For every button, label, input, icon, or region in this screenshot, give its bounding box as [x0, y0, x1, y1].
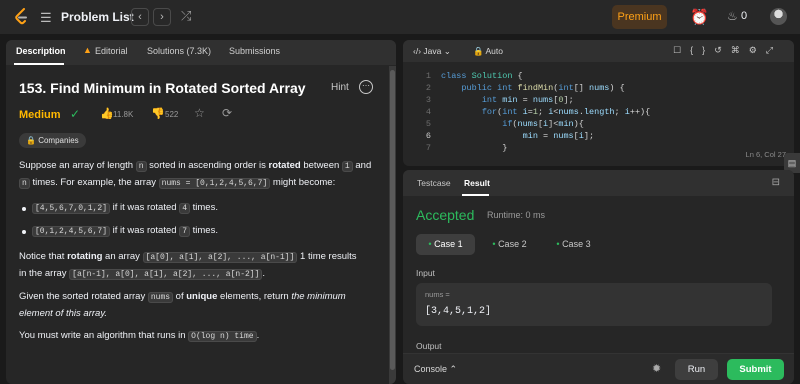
- thumbs-up-icon[interactable]: 👍: [100, 107, 114, 120]
- editor-toolbar: ‹/› Java ⌄ 🔒 Auto ☐{}↺⌘⚙⤢: [403, 40, 794, 62]
- active-tab-indicator: [462, 194, 489, 196]
- problem-title: 153. Find Minimum in Rotated Sorted Arra…: [19, 80, 306, 96]
- description-paragraph-2: Notice that rotating an array [a[0], a[1…: [19, 251, 357, 280]
- active-tab-indicator: [14, 63, 64, 65]
- input-label: Input: [416, 268, 435, 278]
- output-label: Output: [416, 341, 442, 351]
- problem-list-icon[interactable]: ☰: [40, 10, 52, 26]
- next-problem-button[interactable]: ›: [153, 8, 171, 26]
- alarm-clock-icon[interactable]: ⏰: [690, 8, 709, 26]
- editor-footer: Console ⌃ ✹ Run Submit: [403, 353, 794, 384]
- premium-button[interactable]: Premium: [612, 5, 667, 29]
- share-icon[interactable]: ⟳: [222, 106, 232, 120]
- description-paragraph-4: You must write an algorithm that runs in…: [19, 330, 260, 342]
- code-line[interactable]: 3 int min = nums[0];: [403, 95, 794, 106]
- fire-icon[interactable]: ♨: [727, 9, 738, 23]
- cursor-position: Ln 6, Col 27: [745, 150, 786, 159]
- input-var-value: [3,4,5,1,2]: [425, 306, 492, 317]
- expand-panel-icon[interactable]: ⊟: [772, 177, 780, 188]
- runtime-label: Runtime: 0 ms: [487, 210, 546, 220]
- dislike-count: 522: [165, 110, 179, 119]
- tab-submissions[interactable]: Submissions: [229, 46, 280, 56]
- code-line[interactable]: 7 }: [403, 143, 794, 154]
- input-box: nums = [3,4,5,1,2]: [416, 283, 772, 326]
- submit-button[interactable]: Submit: [727, 359, 784, 380]
- top-bar: ☰ Problem List ‹ › ⤮ Premium ⏰ ♨ 0: [0, 0, 800, 34]
- companies-tag[interactable]: 🔒 Companies: [19, 133, 86, 148]
- case-tab-1[interactable]: • Case 1: [416, 234, 475, 255]
- star-icon[interactable]: ☆: [194, 106, 205, 120]
- more-options-icon[interactable]: ⋯: [359, 80, 373, 94]
- result-status: Accepted: [416, 207, 475, 223]
- code-editor-panel: ‹/› Java ⌄ 🔒 Auto ☐{}↺⌘⚙⤢ 1 class Solutio…: [403, 40, 794, 166]
- result-tabs: Testcase Result ⊟: [403, 170, 794, 196]
- leetcode-logo-icon[interactable]: [14, 8, 30, 26]
- editor-action-icons[interactable]: ☐{}↺⌘⚙⤢: [673, 45, 782, 56]
- debug-icon[interactable]: ✹: [652, 362, 661, 375]
- input-var-name: nums =: [425, 290, 450, 299]
- description-paragraph-1: Suppose an array of length n sorted in a…: [19, 160, 372, 189]
- thumbs-down-icon[interactable]: 👎: [151, 107, 165, 120]
- scrollbar-thumb[interactable]: [390, 70, 395, 370]
- bullet-dot: [22, 207, 26, 211]
- companies-label: Companies: [38, 136, 79, 145]
- like-count: 11.8K: [113, 110, 134, 119]
- tab-result[interactable]: Result: [464, 178, 490, 188]
- tab-editorial[interactable]: Editorial: [95, 46, 128, 56]
- code-line[interactable]: 5 if(nums[i]<min){: [403, 119, 794, 130]
- hint-button[interactable]: Hint: [331, 82, 349, 93]
- code-line[interactable]: 2 public int findMin(int[] nums) {: [403, 83, 794, 94]
- tab-testcase[interactable]: Testcase: [417, 178, 451, 188]
- console-toggle[interactable]: Console ⌃: [414, 364, 457, 375]
- language-selector[interactable]: ‹/› Java ⌄: [413, 46, 451, 57]
- description-panel: Description ▲ Editorial Solutions (7.3K)…: [6, 40, 396, 384]
- difficulty-badge: Medium: [19, 109, 61, 121]
- streak-count: 0: [741, 10, 748, 22]
- case-tab-3[interactable]: • Case 3: [544, 234, 603, 255]
- tab-solutions[interactable]: Solutions (7.3K): [147, 46, 211, 56]
- bullet-dot: [22, 230, 26, 234]
- auto-mode[interactable]: 🔒 Auto: [473, 46, 503, 57]
- tab-description[interactable]: Description: [16, 46, 66, 56]
- code-line[interactable]: 4 for(int i=1; i<nums.length; i++){: [403, 107, 794, 118]
- result-panel: Testcase Result ⊟ Accepted Runtime: 0 ms…: [403, 170, 794, 384]
- code-line[interactable]: 6 min = nums[i];: [403, 131, 794, 142]
- description-tabs: Description ▲ Editorial Solutions (7.3K)…: [6, 40, 396, 65]
- code-line[interactable]: 1 class Solution {: [403, 71, 794, 82]
- avatar[interactable]: [770, 8, 787, 25]
- editorial-icon: ▲: [83, 45, 92, 55]
- prev-problem-button[interactable]: ‹: [131, 8, 149, 26]
- problem-list-link[interactable]: Problem List: [61, 10, 134, 24]
- bullet-item-2: [0,1,2,4,5,6,7] if it was rotated 7 time…: [32, 223, 387, 240]
- shuffle-icon[interactable]: ⤮: [181, 8, 191, 24]
- run-button[interactable]: Run: [675, 359, 718, 380]
- bullet-item-1: [4,5,6,7,0,1,2] if it was rotated 4 time…: [32, 200, 387, 217]
- case-tab-2[interactable]: • Case 2: [480, 234, 539, 255]
- description-paragraph-3: Given the sorted rotated array nums of u…: [19, 291, 346, 319]
- solved-check-icon: ✓: [70, 107, 81, 121]
